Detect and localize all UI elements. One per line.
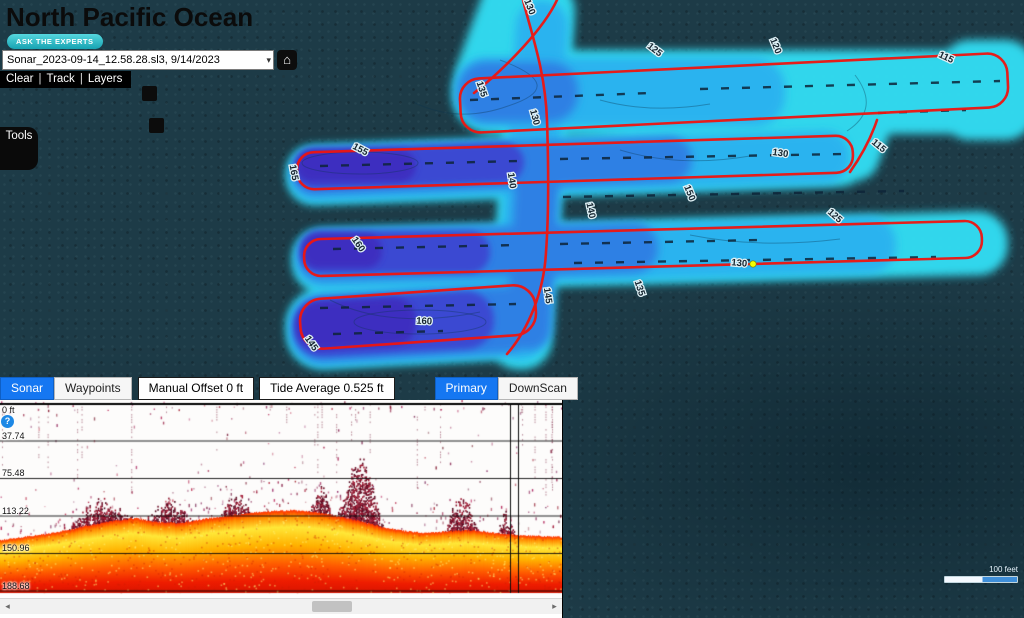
depth-label: 0 ft bbox=[2, 405, 15, 415]
menu-item-track[interactable]: Track bbox=[46, 73, 74, 85]
vessel-position-marker bbox=[750, 261, 756, 267]
map-tool-button-2[interactable] bbox=[149, 118, 164, 133]
contour-depth-label: 130 bbox=[731, 257, 748, 269]
map-scale-label: 100 feet bbox=[944, 565, 1018, 574]
contour-depth-label: 140 bbox=[583, 202, 597, 220]
file-row: Sonar_2023-09-14_12.58.28.sl3, 9/14/2023… bbox=[2, 50, 297, 70]
scroll-right-arrow-icon[interactable]: ▸ bbox=[547, 599, 562, 614]
contour-depth-label: 140 bbox=[505, 172, 518, 189]
tab-primary[interactable]: Primary bbox=[435, 377, 498, 400]
tab-sonar[interactable]: Sonar bbox=[0, 377, 54, 400]
map-scale-graphic bbox=[944, 576, 1018, 583]
map-scale-bar: 100 feet bbox=[944, 565, 1018, 583]
sonar-view: 0 ft 37.74 75.48 113.22 150.96 188.68 ? ◂ ▸ bbox=[0, 400, 563, 618]
depth-label: 75.48 bbox=[2, 468, 25, 478]
help-icon[interactable]: ? bbox=[1, 415, 14, 428]
chevron-down-icon: ▾ bbox=[266, 51, 271, 69]
tab-tide-average-0-525-ft[interactable]: Tide Average 0.525 ft bbox=[259, 377, 394, 400]
tab-waypoints[interactable]: Waypoints bbox=[54, 377, 132, 400]
sonar-echogram[interactable] bbox=[0, 400, 562, 598]
menu-bar: Clear | Track | Layers bbox=[0, 71, 131, 88]
home-button[interactable]: ⌂ bbox=[277, 50, 297, 70]
scrollbar-thumb[interactable] bbox=[312, 601, 352, 612]
contour-depth-label: 160 bbox=[416, 316, 432, 328]
depth-label: 37.74 bbox=[2, 431, 25, 441]
sonar-file-dropdown-value: Sonar_2023-09-14_12.58.28.sl3, 9/14/2023 bbox=[7, 54, 220, 66]
depth-label: 150.96 bbox=[2, 543, 30, 553]
depth-label: 113.22 bbox=[2, 506, 29, 516]
ask-the-experts-button[interactable]: ASK THE EXPERTS bbox=[7, 34, 103, 49]
menu-item-clear[interactable]: Clear bbox=[6, 73, 33, 85]
menu-separator: | bbox=[80, 73, 83, 85]
menu-separator: | bbox=[38, 73, 41, 85]
sonar-scrollbar[interactable]: ◂ ▸ bbox=[0, 598, 562, 614]
scroll-left-arrow-icon[interactable]: ◂ bbox=[0, 599, 15, 614]
sonar-tab-bar: SonarWaypoints Manual Offset 0 ftTide Ave… bbox=[0, 377, 578, 400]
menu-item-layers[interactable]: Layers bbox=[88, 73, 123, 85]
home-icon: ⌂ bbox=[283, 52, 291, 67]
contour-depth-label: 145 bbox=[541, 287, 554, 305]
tab-downscan[interactable]: DownScan bbox=[498, 377, 578, 400]
sonar-file-dropdown[interactable]: Sonar_2023-09-14_12.58.28.sl3, 9/14/2023… bbox=[2, 50, 274, 70]
page-title: North Pacific Ocean bbox=[6, 0, 253, 34]
sonar-panel: SonarWaypoints Manual Offset 0 ftTide Ave… bbox=[0, 377, 562, 618]
depth-label: 188.68 bbox=[2, 581, 30, 591]
tab-manual-offset-0-ft[interactable]: Manual Offset 0 ft bbox=[138, 377, 255, 400]
map-tool-button-1[interactable] bbox=[142, 86, 157, 101]
contour-depth-label: 130 bbox=[772, 147, 789, 160]
tools-button[interactable]: Tools bbox=[0, 127, 38, 170]
